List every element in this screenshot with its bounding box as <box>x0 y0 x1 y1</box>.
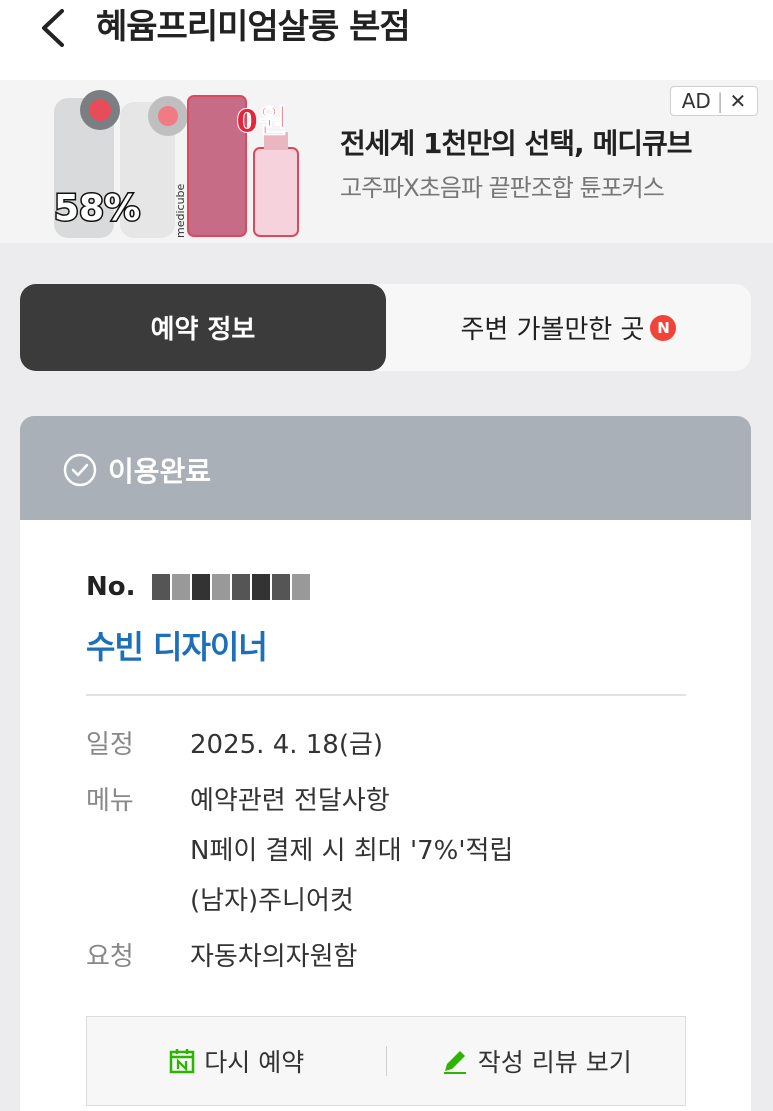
rebook-button[interactable]: 다시 예약 <box>87 1017 386 1105</box>
back-button[interactable] <box>28 6 78 50</box>
tab-bar: 예약 정보 주변 가볼만한 곳 N <box>20 284 751 371</box>
tab-nearby-places[interactable]: 주변 가볼만한 곳 N <box>386 284 751 371</box>
schedule-label: 일정 <box>86 730 134 760</box>
ad-label: AD <box>681 89 711 113</box>
menu-item: N페이 결제 시 최대 '7%'적립 <box>190 836 514 866</box>
ad-close-button[interactable]: AD | ✕ <box>670 86 758 116</box>
app-header: 혜윰프리미엄살롱 본점 <box>0 0 773 80</box>
view-review-label: 작성 리뷰 보기 <box>477 1048 632 1077</box>
menu-label: 메뉴 <box>86 786 134 816</box>
new-badge: N <box>650 314 677 341</box>
designer-name[interactable]: 수빈 디자이너 <box>86 622 268 668</box>
request-label: 요청 <box>86 942 134 972</box>
page-title: 혜윰프리미엄살롱 본점 <box>96 7 411 47</box>
menu-values: 예약관련 전달사항 N페이 결제 시 최대 '7%'적립 (남자)주니어컷 <box>190 776 513 926</box>
request-value: 자동차의자원함 <box>190 942 358 972</box>
redacted-number <box>151 574 310 600</box>
tab-label: 예약 정보 <box>150 315 256 345</box>
tab-label: 주변 가볼만한 곳 <box>460 315 645 345</box>
divider <box>86 694 686 696</box>
view-review-button[interactable]: 작성 리뷰 보기 <box>387 1017 686 1105</box>
request-row: 요청 자동차의자원함 <box>86 932 357 982</box>
ad-price-badge: 0원 <box>236 102 288 140</box>
ad-separator: | <box>716 89 724 113</box>
ad-discount-badge: 58% <box>54 188 140 229</box>
ad-brand-text: medicube <box>174 183 187 238</box>
menu-row: 메뉴 예약관련 전달사항 N페이 결제 시 최대 '7%'적립 (남자)주니어컷 <box>86 776 513 926</box>
schedule-row: 일정 2025. 4. 18(금) <box>86 720 383 770</box>
schedule-value: 2025. 4. 18(금) <box>190 730 384 760</box>
calendar-n-icon <box>170 1049 195 1074</box>
menu-item: (남자)주니어컷 <box>190 886 354 916</box>
status-header: 이용완료 <box>20 416 751 520</box>
menu-item: 예약관련 전달사항 <box>190 786 390 816</box>
booking-card: No. 수빈 디자이너 일정 2025. 4. 18(금) 메뉴 예약관련 전달… <box>20 520 751 1111</box>
check-circle-icon <box>63 453 97 487</box>
pencil-icon <box>443 1051 466 1074</box>
action-bar: 다시 예약 작성 리뷰 보기 <box>86 1016 686 1106</box>
rebook-label: 다시 예약 <box>204 1048 305 1077</box>
booking-number-prefix: No. <box>86 572 136 602</box>
ad-product-image: 0원 58% medicube <box>53 90 299 238</box>
status-label: 이용완료 <box>108 455 212 488</box>
tab-reservation-info[interactable]: 예약 정보 <box>20 284 386 371</box>
chevron-left-icon <box>42 9 64 47</box>
ad-banner[interactable]: 0원 58% medicube AD | ✕ 전세계 1천만의 선택, 메디큐브… <box>0 80 773 243</box>
ad-subtitle: 고주파X초음파 끝판조합 튠포커스 <box>340 174 665 202</box>
ad-title: 전세계 1천만의 선택, 메디큐브 <box>340 127 692 160</box>
booking-number: No. <box>86 572 310 602</box>
close-icon: ✕ <box>729 89 747 113</box>
